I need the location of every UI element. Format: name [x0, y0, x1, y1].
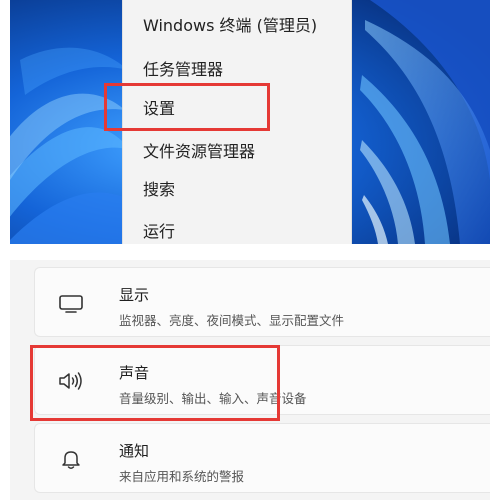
settings-item-subtitle: 来自应用和系统的警报 [119, 469, 245, 484]
menu-item-settings[interactable]: 设置 [123, 89, 353, 125]
settings-item-display[interactable]: 显示 监视器、亮度、夜间模式、显示配置文件 [34, 267, 490, 337]
settings-item-notifications[interactable]: 通知 来自应用和系统的警报 [34, 423, 490, 493]
settings-item-title: 显示 [119, 286, 150, 304]
menu-item-windows-terminal-admin[interactable]: Windows 终端 (管理员) [123, 6, 353, 42]
bell-icon [57, 447, 85, 471]
settings-item-title: 声音 [119, 364, 150, 382]
menu-item-label: 文件资源管理器 [143, 142, 256, 161]
monitor-icon [57, 291, 85, 315]
menu-item-task-manager[interactable]: 任务管理器 [123, 50, 353, 86]
speaker-icon [57, 369, 85, 393]
settings-panel: 显示 监视器、亮度、夜间模式、显示配置文件 声音 音量级别、输出、输入、声音设备 [10, 260, 490, 500]
settings-item-subtitle: 音量级别、输出、输入、声音设备 [119, 391, 307, 406]
context-menu: Windows 终端 (管理员) 任务管理器 设置 文件资源管理器 搜索 运行 [122, 0, 352, 244]
menu-item-label: 任务管理器 [143, 60, 224, 79]
settings-item-title: 通知 [119, 442, 150, 460]
menu-item-run[interactable]: 运行 [123, 212, 353, 248]
panel-separator [0, 244, 500, 260]
settings-item-subtitle: 监视器、亮度、夜间模式、显示配置文件 [119, 313, 345, 328]
menu-item-label: 运行 [143, 222, 176, 241]
settings-item-sound[interactable]: 声音 音量级别、输出、输入、声音设备 [34, 345, 490, 415]
menu-item-search[interactable]: 搜索 [123, 170, 353, 206]
menu-item-file-explorer[interactable]: 文件资源管理器 [123, 132, 353, 168]
screenshot-canvas: Windows 终端 (管理员) 任务管理器 设置 文件资源管理器 搜索 运行 [0, 0, 500, 500]
menu-item-label: Windows 终端 (管理员) [143, 16, 318, 35]
menu-item-label: 设置 [143, 99, 176, 118]
menu-item-label: 搜索 [143, 180, 176, 199]
